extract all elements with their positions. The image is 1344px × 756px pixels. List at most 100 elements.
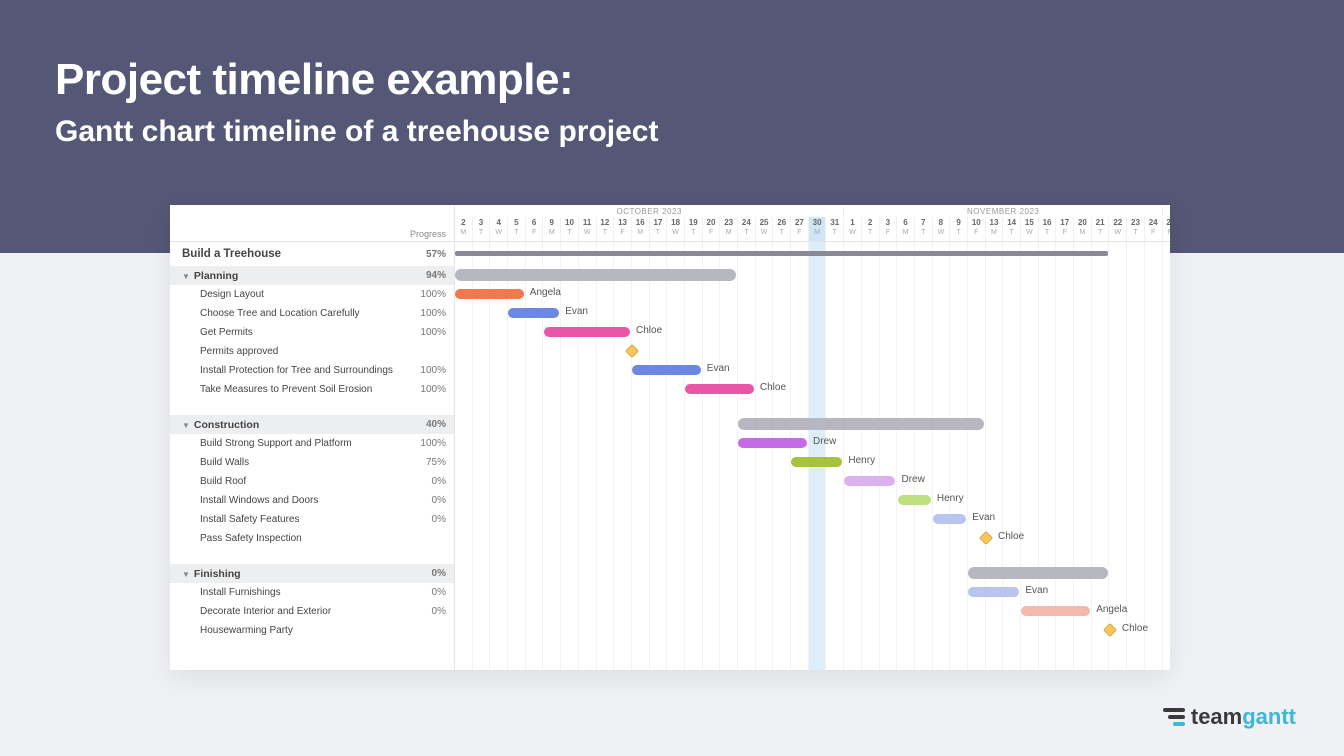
task-bar[interactable] — [455, 289, 524, 299]
day-header: 12T — [597, 217, 615, 241]
task-bar[interactable] — [898, 495, 931, 505]
task-progress: 100% — [411, 384, 446, 395]
task-row[interactable]: Take Measures to Prevent Soil Erosion100… — [170, 380, 454, 399]
group-summary-bar — [455, 269, 736, 281]
task-bar[interactable] — [508, 308, 559, 318]
collapse-icon[interactable]: ▼ — [182, 421, 190, 430]
day-header: 31T — [826, 217, 844, 241]
assignee-label: Henry — [937, 493, 964, 504]
task-row[interactable]: Decorate Interior and Exterior0% — [170, 602, 454, 621]
task-row[interactable]: Install Windows and Doors0% — [170, 491, 454, 510]
task-progress: 0% — [411, 514, 446, 525]
day-header: 2M — [455, 217, 473, 241]
task-bar[interactable] — [933, 514, 966, 524]
day-header: 9T — [950, 217, 968, 241]
task-progress: 0% — [411, 476, 446, 487]
collapse-icon[interactable]: ▼ — [182, 570, 190, 579]
task-bar[interactable] — [844, 476, 895, 486]
day-header: 16T — [1039, 217, 1057, 241]
milestone-icon[interactable] — [1103, 623, 1117, 637]
task-bar[interactable] — [685, 384, 754, 394]
task-row[interactable]: Install Furnishings0% — [170, 583, 454, 602]
day-header: 16M — [632, 217, 650, 241]
task-progress: 0% — [411, 495, 446, 506]
task-name: Install Safety Features — [200, 514, 300, 525]
day-header: 1W — [844, 217, 862, 241]
assignee-label: Evan — [565, 306, 588, 317]
day-header: 4W — [490, 217, 508, 241]
task-progress: 100% — [411, 289, 446, 300]
day-header: 3T — [473, 217, 491, 241]
task-name: Install Furnishings — [200, 587, 281, 598]
day-header: 7T — [915, 217, 933, 241]
task-row[interactable]: Build Strong Support and Platform100% — [170, 434, 454, 453]
day-header: 8W — [933, 217, 951, 241]
project-bar — [455, 251, 1108, 256]
group-row[interactable]: ▼ Finishing 0% — [170, 564, 454, 583]
assignee-label: Chloe — [1122, 623, 1148, 634]
teamgantt-logo: teamgantt — [1163, 704, 1296, 730]
assignee-label: Henry — [848, 455, 875, 466]
day-header: 13M — [986, 217, 1004, 241]
assignee-label: Chloe — [760, 382, 786, 393]
task-row[interactable]: Housewarming Party — [170, 621, 454, 640]
day-header: 23M — [720, 217, 738, 241]
assignee-label: Chloe — [998, 531, 1024, 542]
task-row[interactable]: Choose Tree and Location Carefully 100% — [170, 304, 454, 323]
slide-title: Project timeline example: — [55, 55, 1289, 105]
month-header: OCTOBER 2023 — [455, 207, 844, 216]
task-progress: 0% — [411, 606, 446, 617]
day-header-row: 2M3T4W5T6F9M10T11W12T13F16M17T18W19T20F2… — [455, 217, 1170, 241]
task-bar[interactable] — [1021, 606, 1090, 616]
task-bar[interactable] — [791, 457, 842, 467]
gantt-chart: Progress OCTOBER 2023NOVEMBER 2023 2M3T4… — [170, 205, 1170, 670]
task-name: Build Roof — [200, 476, 246, 487]
task-name: Install Protection for Tree and Surround… — [200, 365, 393, 376]
task-progress: 100% — [411, 308, 446, 319]
timeline-panel: AngelaEvanChloeEvanChloeDrewHenryDrewHen… — [455, 242, 1170, 670]
day-header: 13F — [614, 217, 632, 241]
task-list-panel: Build a Treehouse57%▼Planning94%Design L… — [170, 242, 455, 670]
task-progress: 94% — [411, 270, 446, 281]
task-row[interactable]: Build Roof 0% — [170, 472, 454, 491]
task-bar[interactable] — [738, 438, 807, 448]
task-name: Permits approved — [200, 346, 278, 357]
logo-text: teamgantt — [1191, 704, 1296, 730]
task-progress: 75% — [411, 457, 446, 468]
task-row[interactable]: Install Safety Features 0% — [170, 510, 454, 529]
day-header: 27M — [1163, 217, 1171, 241]
assignee-label: Evan — [972, 512, 995, 523]
task-row[interactable]: Pass Safety Inspection — [170, 529, 454, 548]
task-bar[interactable] — [968, 587, 1019, 597]
task-name: Choose Tree and Location Carefully — [200, 308, 360, 319]
task-bar[interactable] — [632, 365, 701, 375]
task-progress: 100% — [411, 438, 446, 449]
collapse-icon[interactable]: ▼ — [182, 272, 190, 281]
group-row[interactable]: ▼Construction40% — [170, 415, 454, 434]
assignee-label: Angela — [530, 287, 561, 298]
task-name: Get Permits — [200, 327, 253, 338]
task-row[interactable]: Build Walls75% — [170, 453, 454, 472]
group-row[interactable]: ▼Planning94% — [170, 266, 454, 285]
day-header: 2T — [862, 217, 880, 241]
task-row[interactable]: Get Permits100% — [170, 323, 454, 342]
task-row[interactable]: Install Protection for Tree and Surround… — [170, 361, 454, 380]
task-name: Finishing — [194, 568, 241, 580]
day-header: 20F — [703, 217, 721, 241]
task-row[interactable]: Design Layout100% — [170, 285, 454, 304]
day-header: 14T — [1003, 217, 1021, 241]
task-name: Housewarming Party — [200, 625, 293, 636]
task-progress: 0% — [411, 568, 446, 579]
task-bar[interactable] — [544, 327, 631, 337]
task-row[interactable]: Permits approved — [170, 342, 454, 361]
day-header: 27F — [791, 217, 809, 241]
milestone-icon[interactable] — [625, 344, 639, 358]
day-header: 23T — [1127, 217, 1145, 241]
day-header: 10T — [561, 217, 579, 241]
group-summary-bar — [968, 567, 1108, 579]
day-header: 18W — [667, 217, 685, 241]
day-header: 19T — [685, 217, 703, 241]
day-header: 17T — [650, 217, 668, 241]
milestone-icon[interactable] — [979, 531, 993, 545]
day-header: 24F — [1145, 217, 1163, 241]
